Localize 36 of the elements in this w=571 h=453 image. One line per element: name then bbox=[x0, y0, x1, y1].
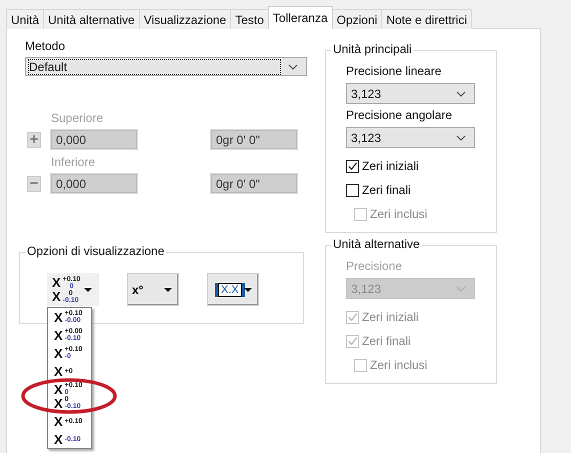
checkbox-label: Zeri iniziali bbox=[362, 159, 419, 173]
group-title: Unità alternative bbox=[331, 237, 422, 251]
tab[interactable]: Testo bbox=[230, 9, 269, 29]
method-dropdown[interactable]: Default bbox=[25, 57, 307, 76]
chevron-icon bbox=[456, 286, 466, 292]
caret-icon bbox=[84, 288, 92, 292]
caret-icon bbox=[164, 288, 172, 292]
checkbox-label: Zeri finali bbox=[362, 334, 411, 348]
chevron-icon bbox=[288, 64, 298, 70]
checkbox-label: Zeri finali bbox=[362, 183, 411, 197]
precision-dropdown[interactable]: 3,123 bbox=[346, 127, 475, 148]
chevron-icon bbox=[456, 134, 466, 140]
field-label: Precisione lineare bbox=[346, 64, 442, 79]
field-label: Metodo bbox=[25, 39, 66, 54]
caret-icon bbox=[244, 288, 252, 292]
field-label: Precisione bbox=[346, 259, 404, 274]
tab[interactable]: Note e direttrici bbox=[381, 9, 472, 29]
checkbox[interactable] bbox=[346, 184, 359, 196]
checkbox-label: Zeri inclusi bbox=[370, 358, 428, 372]
tab[interactable]: Tolleranza bbox=[268, 6, 333, 29]
group-title: Opzioni di visualizzazione bbox=[25, 244, 166, 258]
field-label: Precisione angolare bbox=[346, 108, 454, 123]
text-frame-button[interactable]: X.X bbox=[207, 273, 259, 306]
field-label: Superiore bbox=[51, 111, 104, 126]
tab[interactable]: Visualizzazione bbox=[138, 9, 232, 29]
group-title: Unità principali bbox=[331, 42, 414, 56]
precision-dropdown[interactable]: 3,123 bbox=[346, 83, 475, 104]
tab[interactable]: Unità bbox=[6, 9, 44, 29]
tab[interactable]: Opzioni bbox=[332, 9, 382, 29]
degree-format-button[interactable]: x° bbox=[127, 273, 179, 306]
checkbox[interactable] bbox=[346, 160, 359, 172]
checkbox-label: Zeri iniziali bbox=[362, 310, 419, 324]
tab[interactable]: Unità alternative bbox=[43, 9, 140, 29]
checkbox-label: Zeri inclusi bbox=[370, 207, 428, 221]
chevron-icon bbox=[456, 90, 466, 96]
field-label: Inferiore bbox=[51, 155, 96, 170]
